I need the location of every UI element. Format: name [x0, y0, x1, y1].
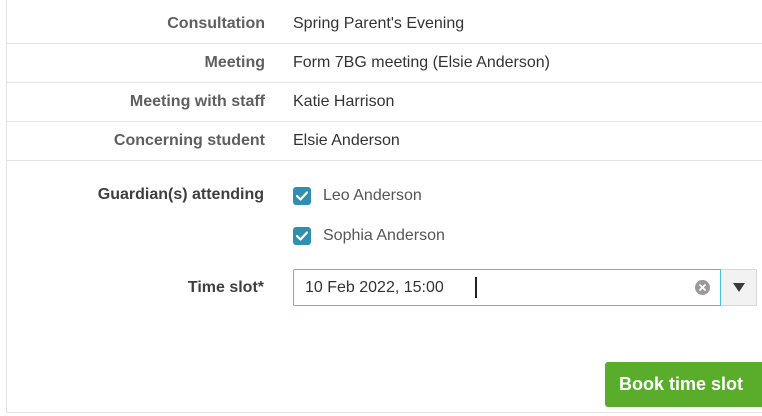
guardian-checkbox-leo[interactable]	[293, 187, 311, 205]
meeting-value: Form 7BG meeting (Elsie Anderson)	[293, 54, 550, 71]
time-slot-input[interactable]: 10 Feb 2022, 15:00	[293, 269, 721, 306]
consultation-row: Consultation Spring Parent's Evening	[7, 5, 762, 44]
meeting-label: Meeting	[204, 54, 265, 71]
time-slot-label: Time slot*	[187, 279, 264, 296]
guardian-option-sophia[interactable]: Sophia Anderson	[293, 225, 445, 247]
staff-label: Meeting with staff	[129, 93, 265, 110]
student-row: Concerning student Elsie Anderson	[7, 122, 762, 161]
book-time-slot-button[interactable]: Book time slot	[605, 362, 762, 407]
text-cursor	[475, 277, 477, 298]
staff-row: Meeting with staff Katie Harrison	[7, 83, 762, 122]
staff-value: Katie Harrison	[293, 93, 395, 110]
clear-icon[interactable]	[695, 280, 710, 295]
guardian-name-leo: Leo Anderson	[323, 187, 422, 204]
time-slot-dropdown-button[interactable]	[721, 269, 757, 306]
time-slot-value: 10 Feb 2022, 15:00	[305, 279, 444, 296]
guardian-checkbox-sophia[interactable]	[293, 227, 311, 245]
booking-form-panel: Consultation Spring Parent's Evening Mee…	[6, 0, 762, 413]
guardian-option-leo[interactable]: Leo Anderson	[293, 185, 422, 207]
student-label: Concerning student	[113, 132, 265, 149]
student-value: Elsie Anderson	[293, 132, 400, 149]
clear-x-glyph	[699, 284, 706, 291]
consultation-value: Spring Parent's Evening	[293, 15, 465, 32]
caret-down-icon	[732, 283, 745, 292]
check-icon	[296, 191, 308, 201]
guardian-name-sophia: Sophia Anderson	[323, 227, 445, 244]
meeting-row: Meeting Form 7BG meeting (Elsie Anderson…	[7, 44, 762, 83]
consultation-label: Consultation	[167, 15, 265, 32]
check-icon	[296, 231, 308, 241]
guardians-label: Guardian(s) attending	[97, 186, 264, 203]
